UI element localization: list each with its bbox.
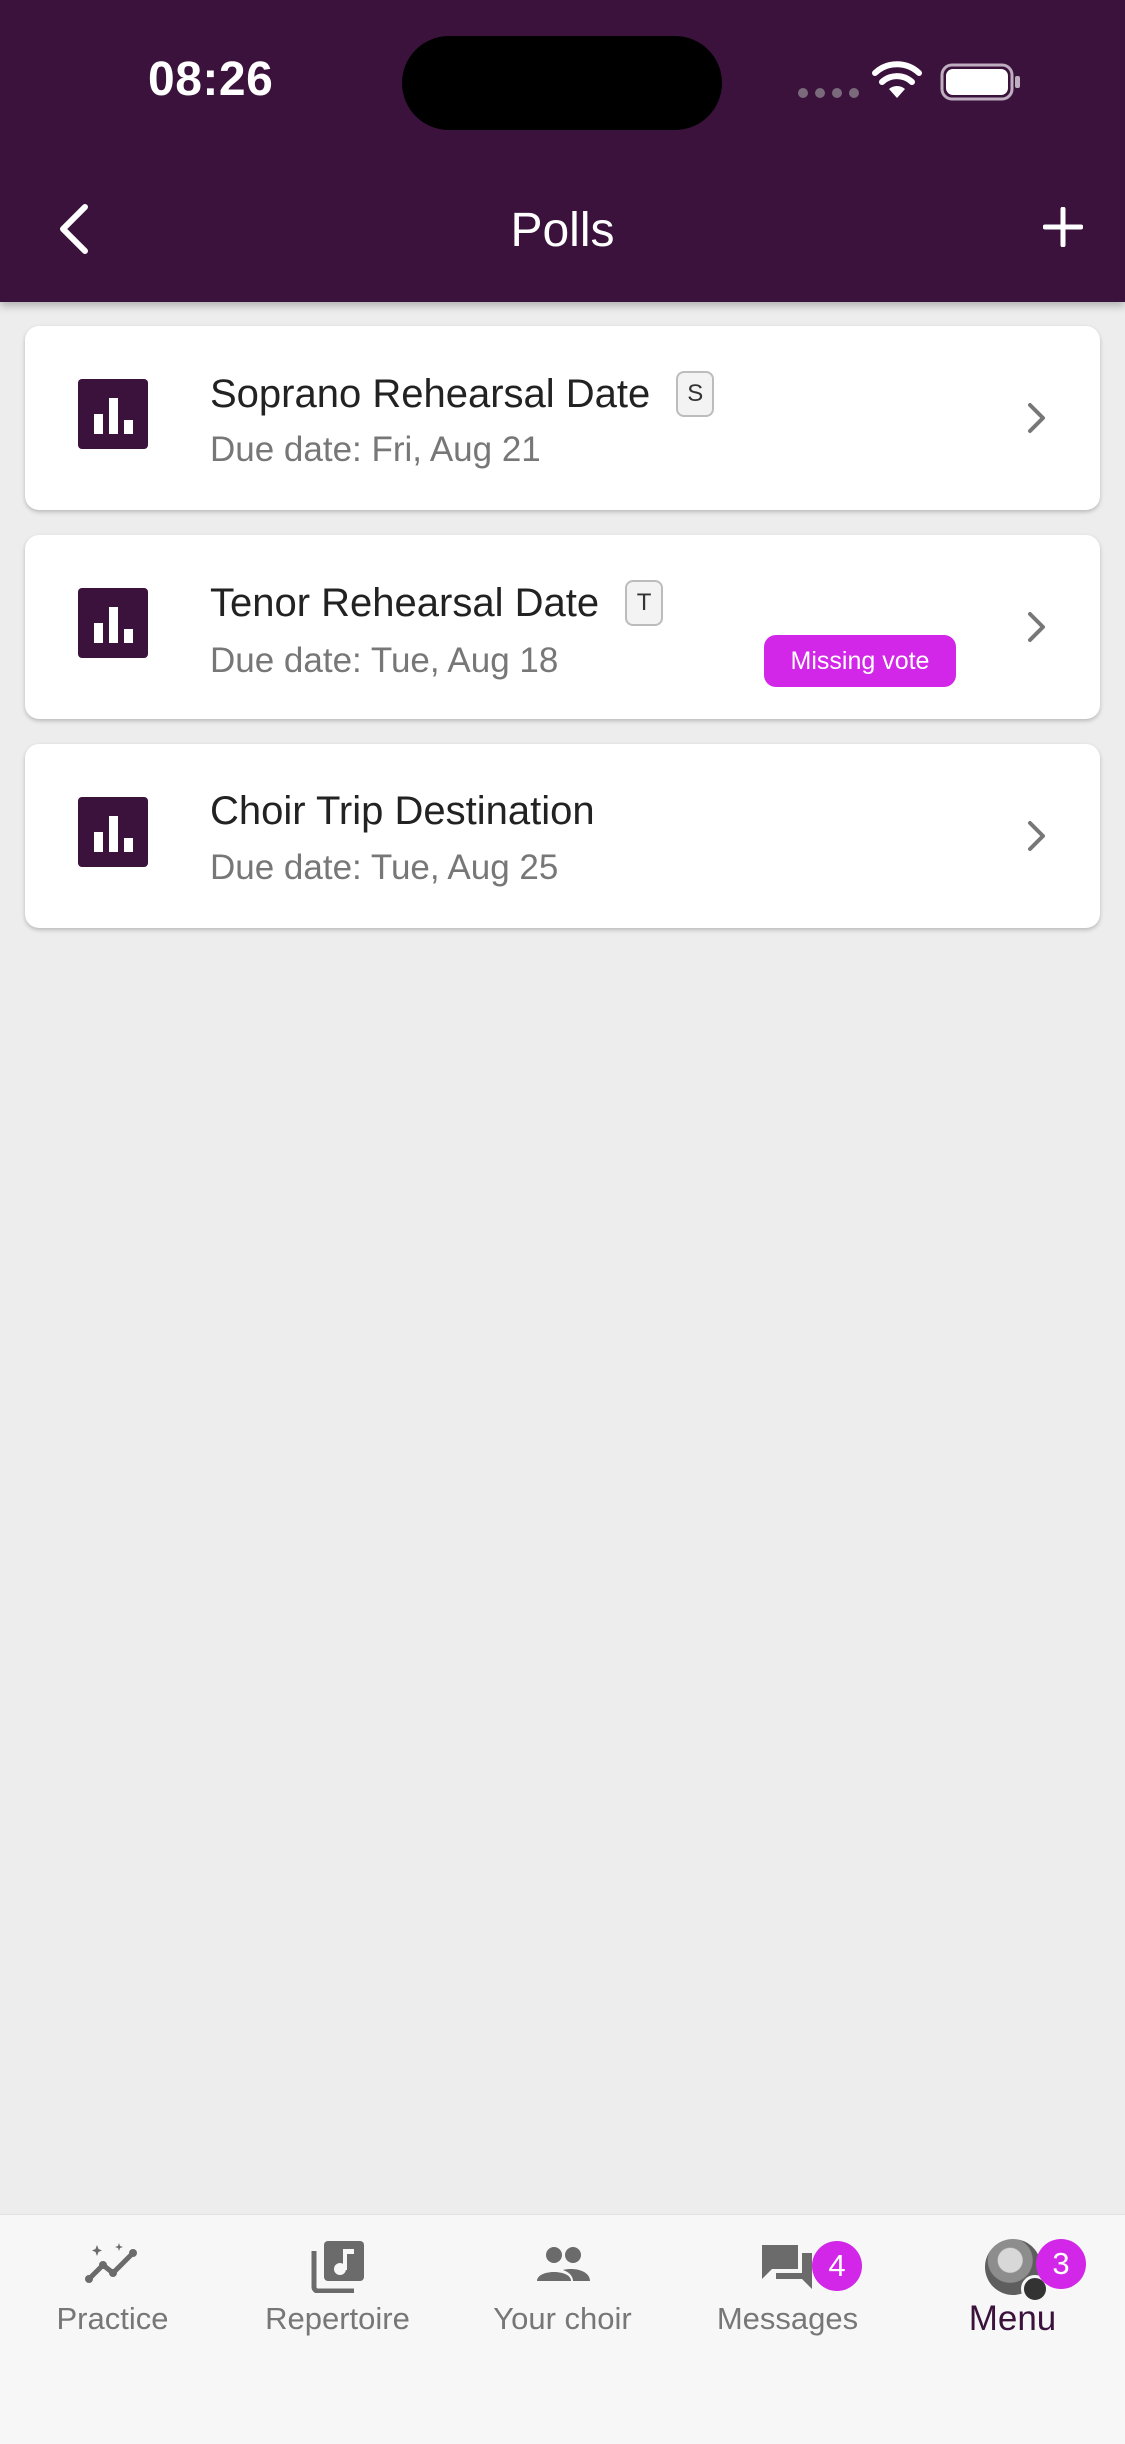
dynamic-island <box>402 36 722 130</box>
poll-item[interactable]: Tenor Rehearsal Date T Due date: Tue, Au… <box>25 535 1100 719</box>
chevron-right-icon <box>1028 612 1045 642</box>
poll-list: Soprano Rehearsal Date S Due date: Fri, … <box>25 326 1100 953</box>
tab-label: Messages <box>716 2301 859 2336</box>
poll-chart-icon <box>78 797 148 867</box>
poll-chart-icon <box>78 379 148 449</box>
tab-repertoire[interactable]: Repertoire <box>225 2215 450 2355</box>
missing-vote-badge: Missing vote <box>764 635 956 687</box>
chevron-right-icon <box>1028 403 1045 433</box>
voice-group-badge: S <box>676 371 715 417</box>
poll-due-date: Due date: Fri, Aug 21 <box>210 430 541 469</box>
poll-chart-icon <box>78 588 148 658</box>
status-bar: 08:26 <box>0 0 1125 165</box>
poll-title: Soprano Rehearsal Date <box>210 371 651 416</box>
music-library-icon <box>311 2241 364 2293</box>
avatar <box>984 2239 1049 2303</box>
battery-icon <box>940 63 1020 101</box>
messages-count-badge: 4 <box>812 2241 862 2291</box>
chat-bubbles-icon <box>761 2245 812 2289</box>
tab-label: Your choir <box>493 2301 632 2336</box>
add-poll-button[interactable] <box>1035 199 1091 255</box>
plus-icon <box>1043 207 1083 247</box>
menu-count-badge: 3 <box>1036 2239 1086 2289</box>
people-icon <box>536 2247 590 2281</box>
poll-item[interactable]: Choir Trip Destination Due date: Tue, Au… <box>25 744 1100 928</box>
voice-group-badge: T <box>625 580 664 626</box>
app-header: 08:26 Polls <box>0 0 1125 302</box>
bottom-tab-bar: Practice Repertoire Your choir 4 Message… <box>0 2214 1125 2444</box>
poll-title: Choir Trip Destination <box>210 789 595 833</box>
page-title: Polls <box>510 204 615 257</box>
chevron-right-icon <box>1028 821 1045 851</box>
poll-due-date: Due date: Tue, Aug 18 <box>210 641 559 680</box>
tab-label: Repertoire <box>265 2301 410 2336</box>
cellular-signal-icon <box>798 88 859 98</box>
poll-item[interactable]: Soprano Rehearsal Date S Due date: Fri, … <box>25 326 1100 510</box>
tab-messages[interactable]: 4 Messages <box>675 2215 900 2355</box>
status-time: 08:26 <box>148 53 274 106</box>
nav-bar: Polls <box>0 165 1125 302</box>
tab-practice[interactable]: Practice <box>0 2215 225 2355</box>
tab-your-choir[interactable]: Your choir <box>450 2215 675 2355</box>
poll-due-date: Due date: Tue, Aug 25 <box>210 848 559 887</box>
poll-title: Tenor Rehearsal Date <box>210 580 600 625</box>
wifi-icon <box>872 61 922 98</box>
tab-label: Practice <box>56 2301 169 2336</box>
tab-menu[interactable]: 3 Menu <box>900 2215 1125 2355</box>
trending-sparkle-icon <box>84 2243 137 2283</box>
tab-label: Menu <box>968 2299 1057 2338</box>
